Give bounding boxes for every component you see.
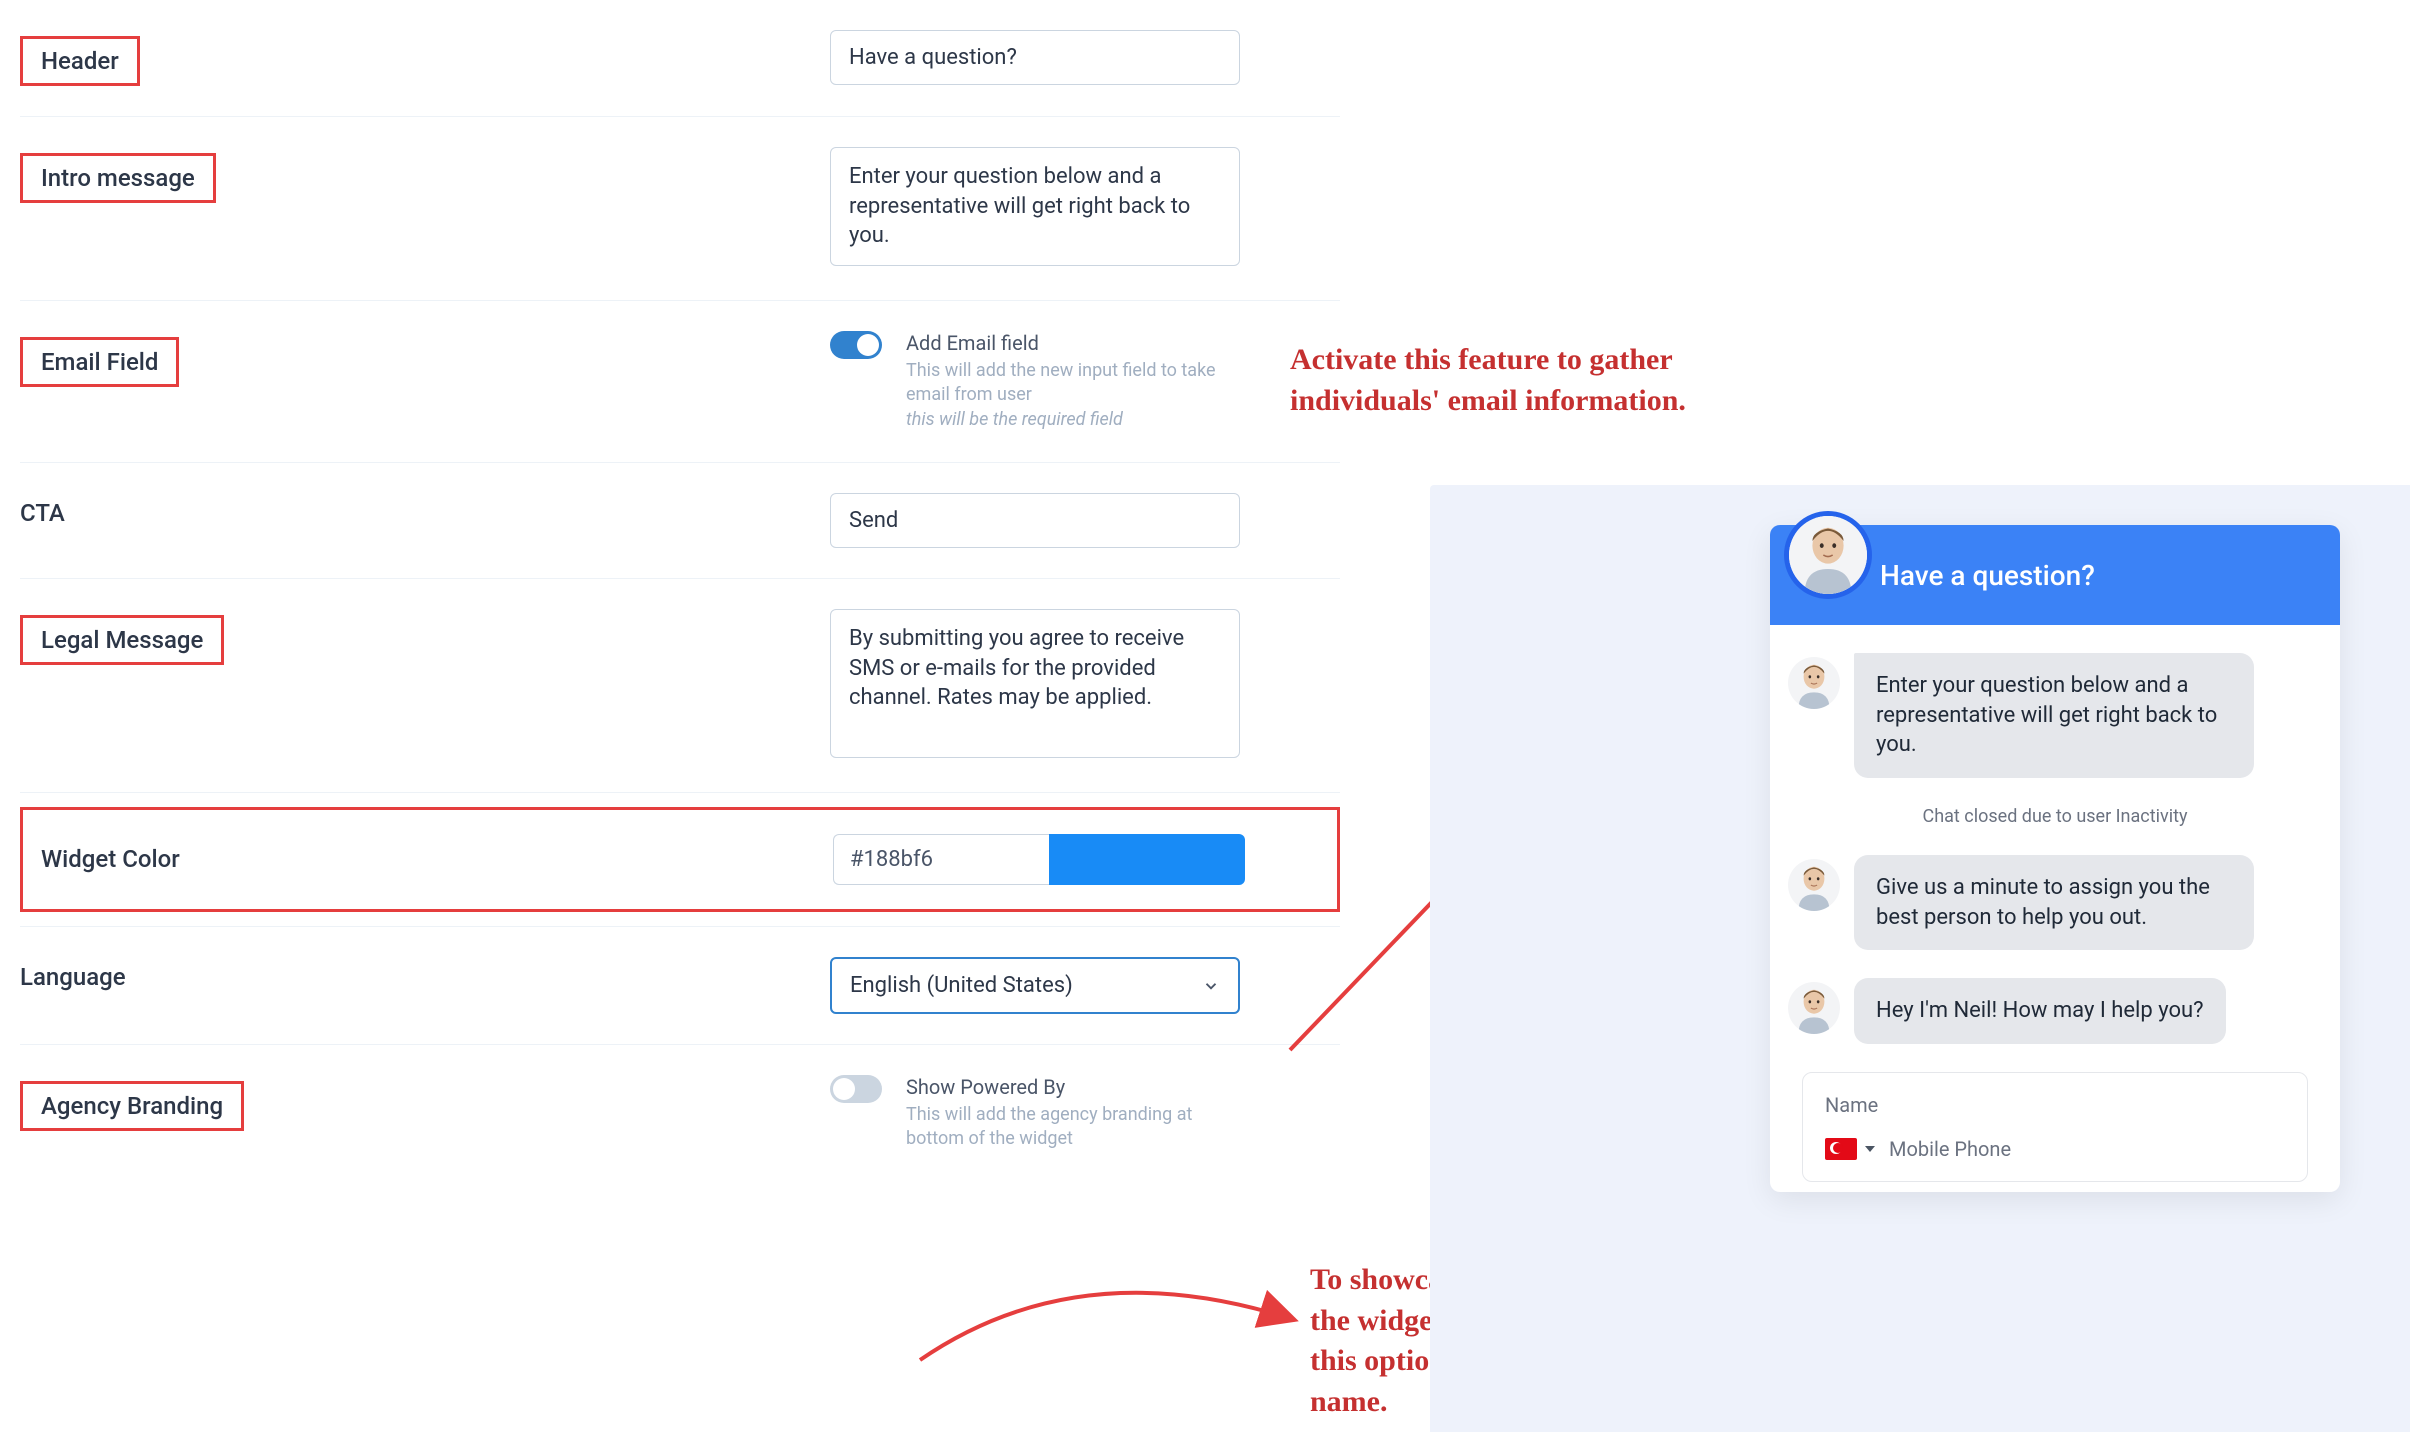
country-flag-select[interactable] — [1825, 1138, 1875, 1160]
chat-status: Chat closed due to user Inactivity — [1788, 806, 2322, 827]
label-header: Header — [20, 36, 140, 86]
label-cta: CTA — [20, 499, 65, 527]
widget-color-swatch[interactable] — [1049, 834, 1245, 885]
chat-message: Hey I'm Neil! How may I help you? — [1788, 978, 2322, 1044]
label-agency-branding: Agency Branding — [20, 1081, 244, 1131]
email-toggle[interactable] — [830, 331, 882, 359]
branding-toggle[interactable] — [830, 1075, 882, 1103]
row-cta: CTA — [20, 463, 1340, 579]
branding-toggle-title: Show Powered By — [906, 1075, 1226, 1099]
chat-message-avatar — [1788, 657, 1840, 709]
chat-message-avatar — [1788, 859, 1840, 911]
row-legal: Legal Message — [20, 579, 1340, 793]
language-select[interactable]: English (United States) — [830, 957, 1240, 1014]
header-input[interactable] — [830, 30, 1240, 85]
annotation-email: Activate this feature to gather individu… — [1290, 340, 1720, 421]
chat-phone-row[interactable]: Mobile Phone — [1825, 1137, 2285, 1161]
caret-down-icon — [1865, 1146, 1875, 1152]
chat-message: Give us a minute to assign you the best … — [1788, 855, 2322, 950]
email-toggle-sub: This will add the new input field to tak… — [906, 359, 1226, 408]
branding-toggle-description: Show Powered By This will add the agency… — [906, 1075, 1226, 1152]
chat-message-text: Hey I'm Neil! How may I help you? — [1854, 978, 2226, 1044]
arrow-branding — [900, 1260, 1320, 1380]
row-intro: Intro message — [20, 117, 1340, 301]
row-header: Header — [20, 0, 1340, 117]
chat-message-avatar — [1788, 982, 1840, 1034]
chat-widget: Have a question? Enter your question bel… — [1770, 525, 2340, 1192]
chat-header-title: Have a question? — [1880, 559, 2095, 592]
cta-input[interactable] — [830, 493, 1240, 548]
branding-toggle-sub: This will add the agency branding at bot… — [906, 1103, 1226, 1152]
widget-color-input[interactable] — [833, 834, 1049, 885]
label-widget-color: Widget Color — [41, 845, 180, 873]
email-toggle-sub-italic: this will be the required field — [906, 408, 1226, 432]
chat-message-text: Give us a minute to assign you the best … — [1854, 855, 2254, 950]
intro-textarea[interactable] — [830, 147, 1240, 266]
chevron-down-icon — [1202, 976, 1220, 994]
chat-message-text: Enter your question below and a represen… — [1854, 653, 2254, 778]
chat-input-card: Name Mobile Phone — [1802, 1072, 2308, 1182]
flag-icon — [1825, 1138, 1857, 1160]
label-language: Language — [20, 963, 126, 991]
label-intro: Intro message — [20, 153, 216, 203]
chat-message: Enter your question below and a represen… — [1788, 653, 2322, 778]
email-toggle-description: Add Email field This will add the new in… — [906, 331, 1226, 432]
chat-preview-panel: Have a question? Enter your question bel… — [1430, 485, 2410, 1432]
row-agency-branding: Agency Branding Show Powered By This wil… — [20, 1045, 1340, 1182]
language-value: English (United States) — [850, 973, 1073, 998]
row-language: Language English (United States) — [20, 927, 1340, 1045]
legal-textarea[interactable] — [830, 609, 1240, 758]
chat-phone-placeholder: Mobile Phone — [1889, 1137, 2011, 1161]
row-widget-color-wrap: Widget Color — [20, 793, 1340, 926]
label-email-field: Email Field — [20, 337, 179, 387]
chat-header: Have a question? — [1770, 525, 2340, 625]
email-toggle-title: Add Email field — [906, 331, 1226, 355]
chat-header-avatar — [1784, 511, 1872, 599]
row-email-field: Email Field Add Email field This will ad… — [20, 301, 1340, 463]
chat-name-label: Name — [1825, 1093, 2285, 1117]
label-legal: Legal Message — [20, 615, 224, 665]
